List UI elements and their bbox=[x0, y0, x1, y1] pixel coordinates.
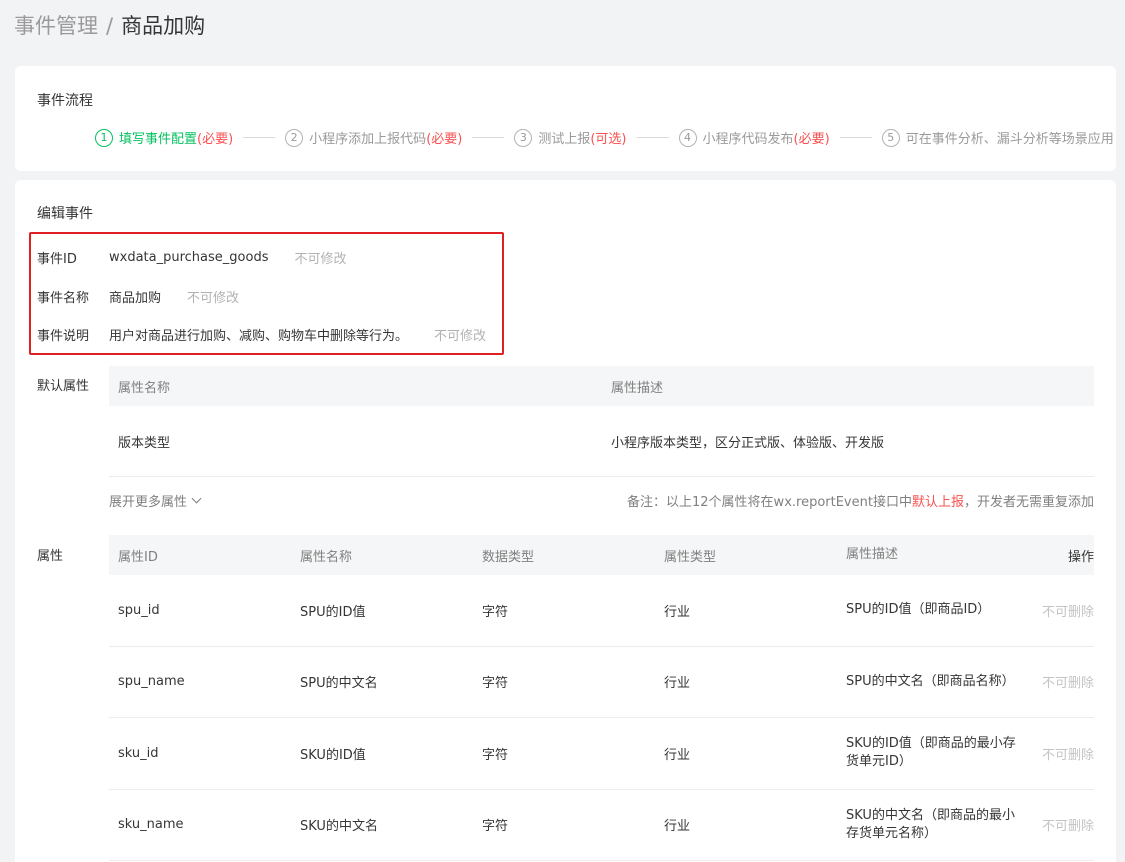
table-header: 属性名称 属性描述 bbox=[109, 366, 1094, 406]
remark-prefix: 备注：以上12个属性将在wx.reportEvent接口中 bbox=[627, 495, 912, 510]
attrs-table: 属性ID 属性名称 数据类型 属性类型 属性描述 操作 spu_id SPU的I… bbox=[109, 535, 1094, 861]
event-id-row: 事件ID wxdata_purchase_goods 不可修改 bbox=[37, 247, 346, 267]
step-tag: (必要) bbox=[197, 132, 234, 147]
step-number-1-icon: 1 bbox=[95, 128, 113, 147]
attrs-label: 属性 bbox=[37, 549, 64, 564]
table-row: 版本类型 小程序版本类型，区分正式版、体验版、开发版 bbox=[109, 406, 1094, 477]
delete-disabled-button[interactable]: 不可删除 bbox=[1033, 672, 1094, 691]
remark-suffix: ，开发者无需重复添加 bbox=[963, 495, 1094, 510]
table-header: 属性ID 属性名称 数据类型 属性类型 属性描述 操作 bbox=[109, 535, 1094, 575]
flow-step-1: 1 填写事件配置 (必要) bbox=[95, 128, 233, 147]
attr-type-cell: 行业 bbox=[664, 604, 691, 620]
step-tag: (必要) bbox=[426, 132, 463, 147]
remark-text: 备注：以上12个属性将在wx.reportEvent接口中默认上报，开发者无需重… bbox=[627, 491, 1094, 510]
event-desc-row: 事件说明 用户对商品进行加购、减购、购物车中删除等行为。 不可修改 bbox=[37, 324, 486, 344]
attr-desc-cell: SKU的ID值（即商品的最小存货单元ID） bbox=[846, 736, 1016, 770]
attr-type-cell: 行业 bbox=[664, 747, 691, 763]
step-tag: (必要) bbox=[793, 132, 830, 147]
attr-desc-cell: SPU的ID值（即商品ID） bbox=[846, 602, 991, 618]
event-name-value: 商品加购 bbox=[109, 290, 162, 306]
flow-steps: 1 填写事件配置 (必要) 2 小程序添加上报代码 (必要) 3 测试上报 (可选)… bbox=[95, 128, 1114, 147]
default-attrs-label: 默认属性 bbox=[37, 379, 90, 394]
expand-more-attrs-button[interactable]: 展开更多属性 bbox=[109, 491, 202, 510]
remark-highlight: 默认上报 bbox=[911, 495, 964, 510]
column-header: 数据类型 bbox=[482, 549, 535, 565]
attr-id-cell: spu_id bbox=[118, 602, 160, 618]
event-id-note: 不可修改 bbox=[294, 251, 347, 267]
event-desc-note: 不可修改 bbox=[434, 328, 487, 344]
column-header: 属性名称 bbox=[300, 549, 353, 565]
step-connector bbox=[243, 137, 276, 138]
event-id-value: wxdata_purchase_goods bbox=[109, 249, 269, 265]
default-attrs-table: 属性名称 属性描述 版本类型 小程序版本类型，区分正式版、体验版、开发版 bbox=[109, 366, 1094, 477]
attr-desc-cell: 小程序版本类型，区分正式版、体验版、开发版 bbox=[611, 435, 885, 451]
flow-title: 事件流程 bbox=[37, 93, 93, 109]
flow-step-2: 2 小程序添加上报代码 (必要) bbox=[285, 128, 462, 147]
edit-title: 编辑事件 bbox=[37, 206, 93, 222]
step-label: 填写事件配置 bbox=[119, 132, 198, 147]
step-label: 测试上报 bbox=[538, 132, 591, 147]
delete-disabled-button[interactable]: 不可删除 bbox=[1033, 815, 1094, 834]
expand-label: 展开更多属性 bbox=[109, 495, 188, 510]
step-label: 小程序代码发布 bbox=[702, 132, 794, 147]
attr-name-cell: 版本类型 bbox=[118, 435, 171, 451]
step-number-5-icon: 5 bbox=[881, 128, 900, 147]
breadcrumb: 事件管理 / 商品加购 bbox=[14, 12, 205, 40]
delete-disabled-button[interactable]: 不可删除 bbox=[1033, 601, 1094, 620]
table-row: spu_id SPU的ID值 字符 行业 SPU的ID值（即商品ID） 不可删除 bbox=[109, 575, 1094, 647]
table-row: sku_id SKU的ID值 字符 行业 SKU的ID值（即商品的最小存货单元I… bbox=[109, 718, 1094, 790]
data-type-cell: 字符 bbox=[482, 819, 509, 835]
step-connector bbox=[636, 137, 669, 138]
attr-id-cell: spu_name bbox=[118, 674, 185, 690]
table-row: sku_name SKU的中文名 字符 行业 SKU的中文名（即商品的最小存货单… bbox=[109, 790, 1094, 861]
column-header: 属性名称 bbox=[118, 380, 171, 396]
attr-desc-cell: SPU的中文名（即商品名称） bbox=[846, 673, 1015, 689]
attr-name-cell: SKU的中文名 bbox=[300, 819, 378, 835]
attr-id-cell: sku_id bbox=[118, 745, 159, 761]
attr-name-cell: SPU的ID值 bbox=[300, 604, 366, 620]
flow-step-4: 4 小程序代码发布 (必要) bbox=[678, 128, 830, 147]
step-number-2-icon: 2 bbox=[285, 128, 304, 147]
event-name-row: 事件名称 商品加购 不可修改 bbox=[37, 286, 239, 306]
step-tag: (可选) bbox=[590, 132, 627, 147]
step-label: 可在事件分析、漏斗分析等场景应用 bbox=[905, 132, 1114, 147]
attr-id-cell: sku_name bbox=[118, 817, 184, 833]
step-number-4-icon: 4 bbox=[678, 128, 697, 147]
attr-type-cell: 行业 bbox=[664, 676, 691, 692]
breadcrumb-parent-link[interactable]: 事件管理 bbox=[14, 12, 98, 40]
event-id-label: 事件ID bbox=[37, 251, 77, 267]
page-title: 商品加购 bbox=[121, 14, 206, 38]
column-header: 属性描述 bbox=[611, 380, 664, 396]
column-header: 操作 bbox=[1067, 549, 1094, 565]
expand-row: 展开更多属性 备注：以上12个属性将在wx.reportEvent接口中默认上报… bbox=[109, 491, 1094, 510]
event-name-note: 不可修改 bbox=[187, 290, 240, 306]
attr-desc-cell: SKU的中文名（即商品的最小存货单元名称） bbox=[846, 807, 1015, 841]
attr-type-cell: 行业 bbox=[664, 819, 691, 835]
event-name-label: 事件名称 bbox=[37, 290, 90, 306]
chevron-down-icon bbox=[191, 493, 202, 504]
data-type-cell: 字符 bbox=[482, 676, 509, 692]
edit-event-card: 编辑事件 事件ID wxdata_purchase_goods 不可修改 事件名… bbox=[15, 180, 1116, 862]
step-connector bbox=[839, 137, 872, 138]
event-flow-card: 事件流程 1 填写事件配置 (必要) 2 小程序添加上报代码 (必要) 3 测试上… bbox=[15, 66, 1116, 171]
flow-step-5: 5 可在事件分析、漏斗分析等场景应用 bbox=[881, 128, 1114, 147]
step-number-3-icon: 3 bbox=[514, 128, 533, 147]
step-connector bbox=[472, 137, 505, 138]
column-header: 属性类型 bbox=[664, 549, 717, 565]
flow-step-3: 3 测试上报 (可选) bbox=[514, 128, 627, 147]
event-desc-label: 事件说明 bbox=[37, 328, 90, 344]
attr-name-cell: SKU的ID值 bbox=[300, 747, 366, 763]
step-label: 小程序添加上报代码 bbox=[309, 132, 427, 147]
column-header: 属性ID bbox=[118, 549, 158, 565]
attr-name-cell: SPU的中文名 bbox=[300, 676, 378, 692]
column-header: 属性描述 bbox=[846, 547, 899, 562]
data-type-cell: 字符 bbox=[482, 747, 509, 763]
data-type-cell: 字符 bbox=[482, 604, 509, 620]
event-desc-value: 用户对商品进行加购、减购、购物车中删除等行为。 bbox=[109, 328, 409, 344]
delete-disabled-button[interactable]: 不可删除 bbox=[1033, 744, 1094, 763]
breadcrumb-separator: / bbox=[106, 14, 114, 38]
table-row: spu_name SPU的中文名 字符 行业 SPU的中文名（即商品名称） 不可… bbox=[109, 647, 1094, 718]
